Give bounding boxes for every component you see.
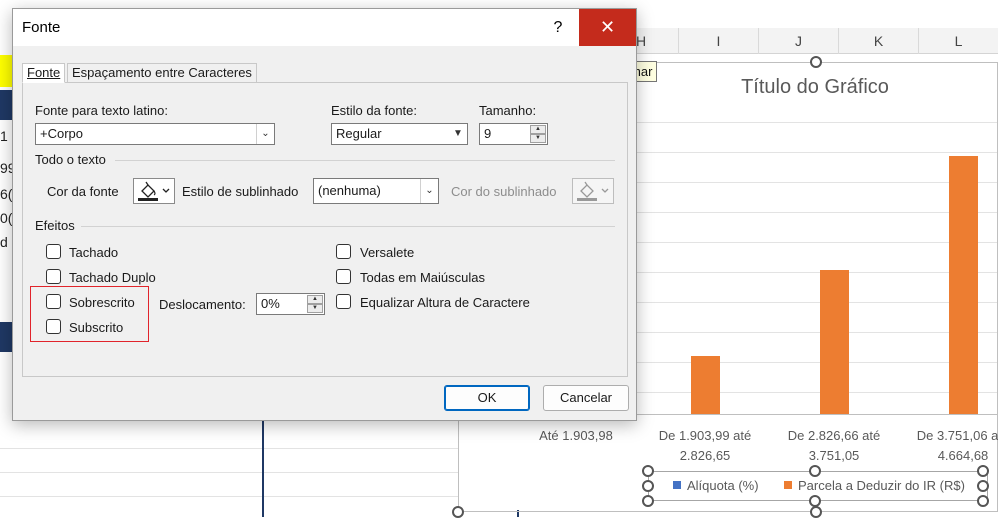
spin-up-icon[interactable]: ▲: [530, 125, 546, 134]
chart-title[interactable]: Título do Gráfico: [690, 76, 940, 99]
cell-fragment: 0(: [0, 210, 13, 226]
dialog-titlebar[interactable]: Fonte ? ✕: [13, 9, 636, 46]
section-divider: [115, 160, 615, 161]
tab-fonte[interactable]: Fonte: [22, 63, 66, 83]
bar-parcela-cat3[interactable]: [948, 155, 978, 414]
highlight-box: [30, 286, 149, 342]
font-color-button[interactable]: [133, 178, 175, 204]
size-spin-buttons: ▲ ▼: [530, 125, 546, 143]
gridline: [0, 448, 458, 449]
strikethrough-label[interactable]: Tachado: [69, 245, 118, 260]
legend-resize-handle[interactable]: [642, 480, 654, 492]
strikethrough-checkbox[interactable]: [46, 244, 61, 259]
spin-down-icon[interactable]: ▼: [530, 134, 546, 143]
legend-label: Alíquota (%): [687, 478, 759, 493]
legend-swatch-orange: [784, 481, 792, 489]
underline-color-label: Cor do sublinhado: [451, 184, 557, 199]
font-dialog: Fonte ? ✕ Fonte Espaçamento entre Caract…: [12, 8, 637, 421]
double-strikethrough-label[interactable]: Tachado Duplo: [69, 270, 156, 285]
size-value: 9: [484, 126, 492, 141]
yellow-cell: [0, 55, 12, 87]
small-caps-checkbox[interactable]: [336, 244, 351, 259]
ok-button[interactable]: OK: [444, 385, 530, 411]
font-latin-label: Fonte para texto latino:: [35, 103, 168, 118]
offset-spin-buttons: ▲ ▼: [307, 295, 323, 313]
column-header-j[interactable]: J: [758, 28, 838, 54]
navy-cell: [0, 90, 12, 120]
section-divider: [81, 226, 615, 227]
font-style-combo[interactable]: Regular ▼: [331, 123, 468, 145]
cancel-button[interactable]: Cancelar: [543, 385, 629, 411]
font-color-label: Cor da fonte: [47, 184, 119, 199]
legend-resize-handle[interactable]: [977, 495, 989, 507]
bar-parcela-cat1[interactable]: [690, 356, 720, 414]
all-caps-label[interactable]: Todas em Maiúsculas: [360, 270, 485, 285]
bar-parcela-cat2[interactable]: [819, 270, 849, 414]
help-button[interactable]: ?: [538, 9, 578, 46]
category-label: Até 1.903,98: [539, 428, 613, 443]
underline-color-button[interactable]: [572, 178, 614, 204]
close-icon: ✕: [599, 17, 616, 37]
underline-style-combo[interactable]: (nenhuma) ⌄: [313, 178, 439, 204]
chevron-down-icon[interactable]: ▼: [449, 124, 467, 144]
equalize-height-label[interactable]: Equalizar Altura de Caractere: [360, 295, 530, 310]
legend-resize-handle[interactable]: [977, 480, 989, 492]
offset-label: Deslocamento:: [159, 297, 246, 312]
font-style-label: Estilo da fonte:: [331, 103, 417, 118]
chevron-down-icon[interactable]: ⌄: [420, 179, 438, 203]
legend-item-aliquota: Alíquota (%): [673, 478, 759, 493]
legend-resize-handle[interactable]: [977, 465, 989, 477]
small-caps-label[interactable]: Versalete: [360, 245, 414, 260]
legend-resize-handle[interactable]: [809, 465, 821, 477]
column-header-row: H I J K L: [600, 28, 998, 54]
column-header-l[interactable]: L: [918, 28, 998, 54]
effects-section-label: Efeitos: [35, 218, 75, 233]
cell-fragment: 6(: [0, 186, 13, 202]
column-header-i[interactable]: I: [678, 28, 758, 54]
spin-up-icon[interactable]: ▲: [307, 295, 323, 304]
font-style-value: Regular: [336, 126, 382, 141]
chart-resize-handle[interactable]: [810, 56, 822, 68]
size-label: Tamanho:: [479, 103, 537, 118]
underline-style-label: Estilo de sublinhado: [182, 184, 299, 199]
cell-fragment: d: [0, 234, 8, 250]
size-spinner[interactable]: 9 ▲ ▼: [479, 123, 548, 145]
offset-value: 0%: [261, 296, 280, 311]
tab-label: Espaçamento entre Caracteres: [72, 65, 252, 80]
legend-label: Parcela a Deduzir do IR (R$): [798, 478, 965, 493]
equalize-height-checkbox[interactable]: [336, 294, 351, 309]
legend-resize-handle[interactable]: [642, 465, 654, 477]
chart-resize-handle[interactable]: [810, 506, 822, 518]
font-latin-combo[interactable]: +Corpo ⌄: [35, 123, 275, 145]
chart-resize-handle[interactable]: [452, 506, 464, 518]
category-label: De 1.903,99 até 2.826,65: [658, 428, 752, 463]
category-label: De 2.826,66 até 3.751,05: [787, 428, 881, 463]
gridline: [0, 472, 458, 473]
navy-cell-lower: [0, 322, 12, 352]
legend-swatch-blue: [673, 481, 681, 489]
gridline: [0, 496, 458, 497]
spin-down-icon[interactable]: ▼: [307, 304, 323, 313]
chevron-down-icon[interactable]: ⌄: [256, 124, 274, 144]
legend-resize-handle[interactable]: [642, 495, 654, 507]
underline-style-value: (nenhuma): [318, 183, 381, 198]
tab-label: Fonte: [27, 65, 61, 80]
tab-espacamento[interactable]: Espaçamento entre Caracteres: [67, 63, 257, 83]
all-text-section-label: Todo o texto: [35, 152, 106, 167]
dialog-title: Fonte: [22, 19, 61, 36]
font-latin-value: +Corpo: [40, 126, 83, 141]
paint-bucket-icon: [138, 181, 170, 201]
close-button[interactable]: ✕: [579, 9, 636, 46]
all-caps-checkbox[interactable]: [336, 269, 351, 284]
paint-bucket-icon: [577, 181, 609, 201]
double-strikethrough-checkbox[interactable]: [46, 269, 61, 284]
legend-item-parcela: Parcela a Deduzir do IR (R$): [784, 478, 965, 493]
cell-fragment: 1: [0, 128, 8, 144]
table-border: [262, 420, 264, 517]
offset-spinner[interactable]: 0% ▲ ▼: [256, 293, 325, 315]
category-label: De 3.751,06 até 4.664,68: [916, 428, 998, 463]
column-header-k[interactable]: K: [838, 28, 918, 54]
